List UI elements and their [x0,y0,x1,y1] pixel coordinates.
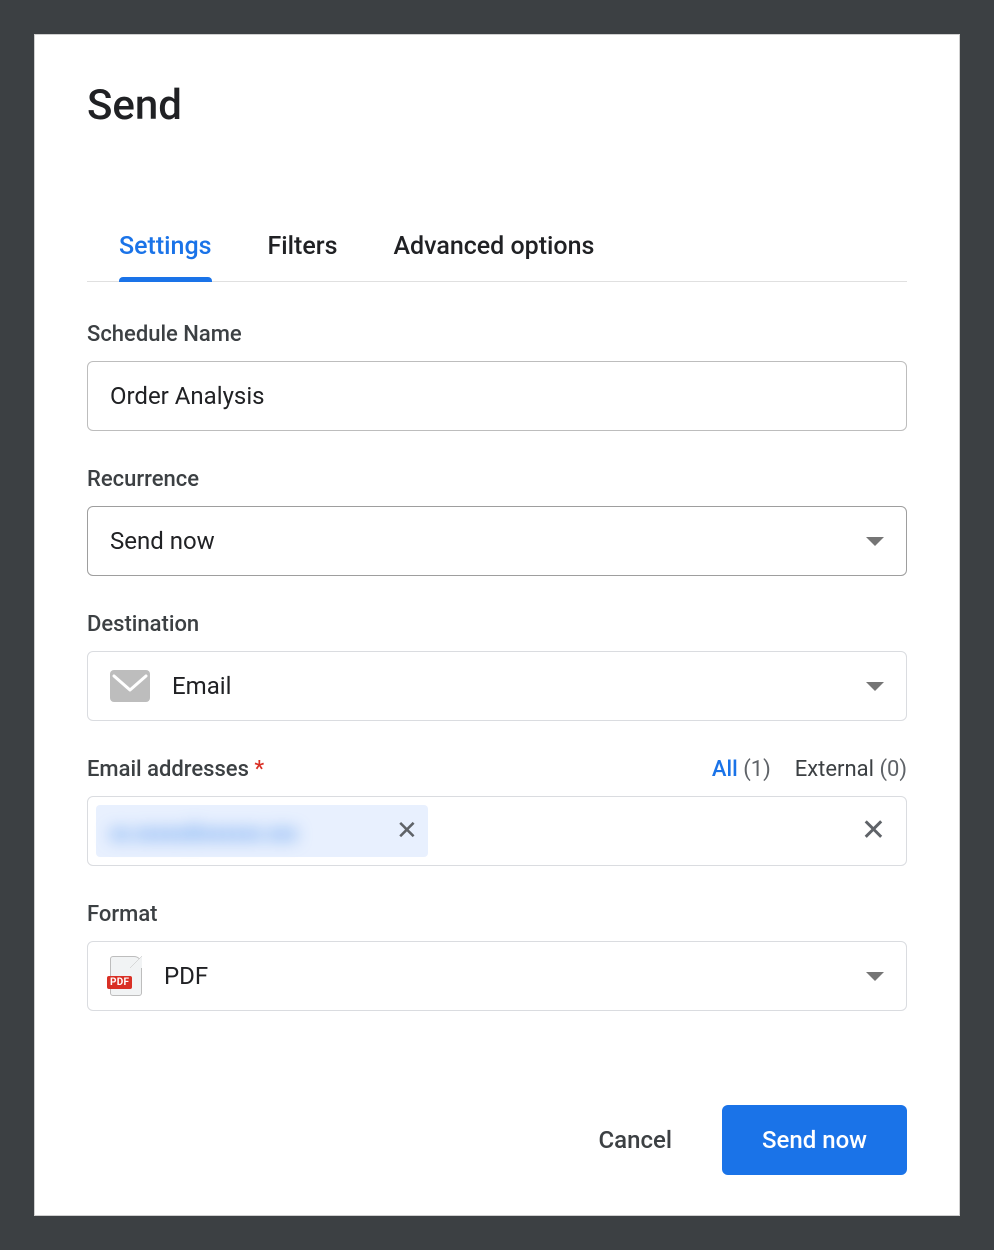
cancel-button[interactable]: Cancel [593,1125,678,1155]
dialog-footer: Cancel Send now [87,1075,907,1175]
email-filter-all[interactable]: All [712,757,738,782]
email-addresses-field: Email addresses * All (1) External (0) [87,757,907,866]
clear-all-emails-icon[interactable]: ✕ [855,816,892,846]
mail-icon [110,670,150,702]
email-filter-all-count: (1) [743,757,771,782]
schedule-name-field: Schedule Name [87,322,907,431]
schedule-name-label: Schedule Name [87,322,907,347]
email-addresses-input[interactable]: xx.xxxxx@xxxxxx.xxx ✕ ✕ [87,796,907,866]
send-now-button[interactable]: Send now [722,1105,907,1175]
recurrence-select[interactable]: Send now [87,506,907,576]
send-dialog: Send Settings Filters Advanced options S… [34,34,960,1216]
tab-bar: Settings Filters Advanced options [87,230,907,282]
dialog-title: Send [87,81,907,130]
email-filter-external-count: (0) [879,757,907,782]
format-field: Format PDF PDF [87,902,907,1011]
email-chip: xx.xxxxx@xxxxxx.xxx ✕ [96,805,428,857]
pdf-icon-badge: PDF [107,976,132,989]
email-filter-external[interactable]: External [795,757,874,782]
destination-select[interactable]: Email [87,651,907,721]
recurrence-label: Recurrence [87,467,907,492]
settings-panel: Schedule Name Recurrence Send now Destin… [87,282,907,1047]
required-asterisk: * [254,757,264,782]
remove-chip-icon[interactable]: ✕ [396,818,418,844]
recurrence-field: Recurrence Send now [87,467,907,576]
format-select[interactable]: PDF PDF [87,941,907,1011]
tab-advanced-options[interactable]: Advanced options [393,230,594,281]
destination-field: Destination Email [87,612,907,721]
destination-selected-value: Email [172,672,231,700]
chevron-down-icon [866,972,884,981]
format-label: Format [87,902,907,927]
chevron-down-icon [866,682,884,691]
tab-filters[interactable]: Filters [268,230,338,281]
email-chip-text: xx.xxxxx@xxxxxx.xxx [110,821,380,841]
format-selected-value: PDF [164,962,208,990]
pdf-icon: PDF [110,956,142,996]
email-addresses-label: Email addresses [87,757,249,782]
schedule-name-input[interactable] [87,361,907,431]
chevron-down-icon [866,537,884,546]
recurrence-selected-value: Send now [110,527,215,555]
tab-settings[interactable]: Settings [119,230,212,281]
destination-label: Destination [87,612,907,637]
